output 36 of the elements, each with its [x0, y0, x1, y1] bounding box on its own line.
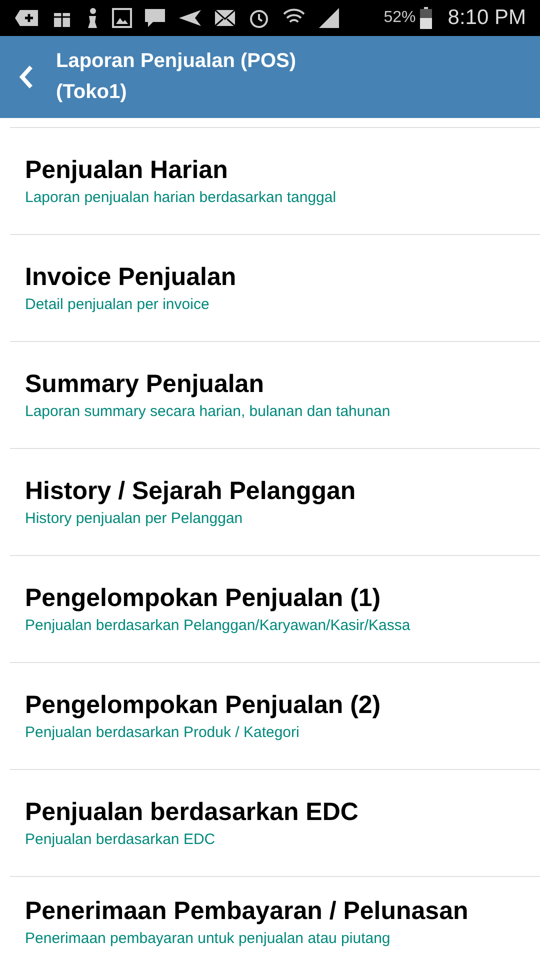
item-description: Detail penjualan per invoice — [25, 296, 210, 313]
alarm-icon — [248, 7, 270, 29]
signal-icon — [318, 7, 340, 29]
item-title: Pengelompokan Penjualan (2) — [25, 691, 382, 720]
battery-icon — [420, 7, 432, 29]
item-title: History / Sejarah Pelanggan — [25, 477, 357, 506]
item-title: Penerimaan Pembayaran / Pelunasan — [25, 897, 470, 926]
menu-item[interactable]: Penjualan Harian Laporan penjualan harian berdasarkan tanggal — [10, 128, 540, 235]
screen-subtitle: (Toko1) — [56, 81, 128, 104]
item-title: Invoice Penjualan — [25, 263, 238, 292]
item-description: Laporan penjualan harian berdasarkan tanggal — [25, 189, 338, 206]
chat-icon — [144, 8, 166, 28]
menu-item[interactable]: History / Sejarah Pelanggan History penjualan per Pelanggan — [10, 449, 540, 556]
item-title: Summary Penjualan — [25, 370, 265, 399]
screen-title: Laporan Penjualan (POS) — [56, 50, 296, 73]
menu-item[interactable]: Penjualan berdasarkan EDC Penjualan berdasarkan EDC — [10, 770, 540, 877]
item-title: Penjualan berdasarkan EDC — [25, 798, 360, 827]
menu-item[interactable]: Invoice Penjualan Detail penjualan per invoice — [10, 235, 540, 342]
mail-icon — [214, 9, 236, 27]
item-description: History penjualan per Pelanggan — [25, 510, 244, 527]
send-icon — [178, 9, 202, 27]
item-description: Penjualan berdasarkan EDC — [25, 831, 216, 848]
item-description: Laporan summary secara harian, bulanan dan tahunan — [25, 403, 392, 420]
item-title: Penjualan Harian — [25, 156, 229, 185]
item-description: Penjualan berdasarkan Pelanggan/Karyawan/Kasir/Kassa — [25, 617, 412, 634]
menu-item[interactable]: Pengelompokan Penjualan (1) Penjualan berdasarkan Pelanggan/Karyawan/Kasir/Kassa — [10, 556, 540, 663]
menu-item[interactable]: Penerimaan Pembayaran / Pelunasan Penerimaan pembayaran untuk penjualan atau piutang — [10, 877, 540, 947]
menu-item[interactable]: Summary Penjualan Laporan summary secara harian, bulanan dan tahunan — [10, 342, 540, 449]
battery-percentage: 52% — [384, 9, 416, 27]
item-description: Penerimaan pembayaran untuk penjualan atau piutang — [25, 930, 392, 947]
item-description: Penjualan berdasarkan Produk / Kategori — [25, 724, 300, 741]
menu-item[interactable]: Pengelompokan Penjualan (2) Penjualan berdasarkan Produk / Kategori — [10, 663, 540, 770]
clock: 8:10 PM — [448, 6, 526, 30]
add-notification-icon — [14, 8, 40, 28]
item-title: Pengelompokan Penjualan (1) — [25, 584, 382, 613]
image-icon — [112, 8, 132, 28]
